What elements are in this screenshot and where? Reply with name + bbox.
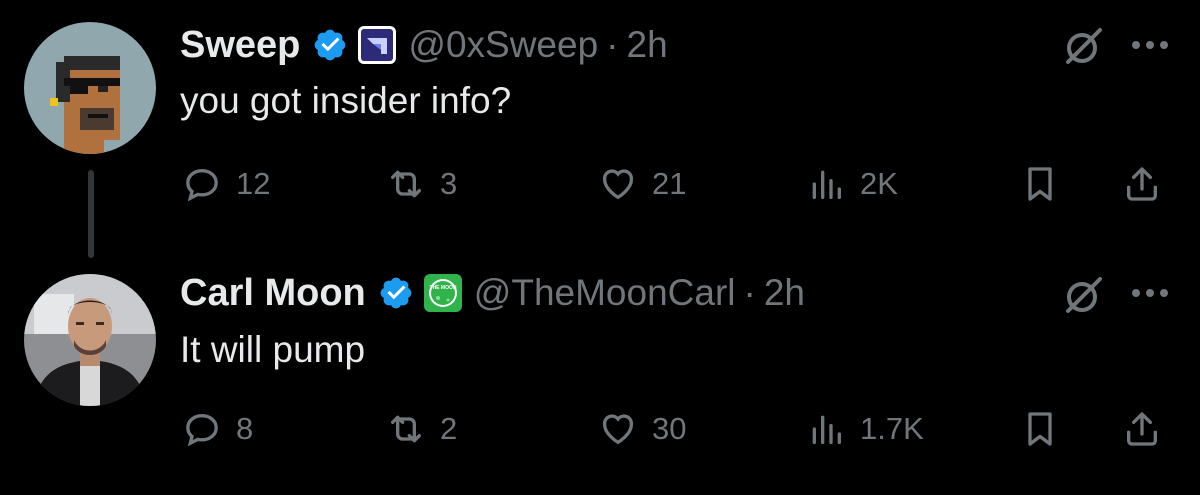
author-handle[interactable]: @0xSweep xyxy=(408,24,598,66)
views-button[interactable]: 2K xyxy=(806,160,898,208)
author-handle[interactable]: @TheMoonCarl xyxy=(474,272,736,314)
bookmark-icon xyxy=(1028,167,1052,201)
heart-icon xyxy=(602,169,634,200)
avatar[interactable] xyxy=(24,274,156,406)
tweet-header: Sweep @0xSweep · 2h xyxy=(180,18,668,72)
tweet-actions: 12 3 21 2K xyxy=(0,160,1200,210)
like-count: 21 xyxy=(652,166,687,201)
analytics-icon xyxy=(812,415,841,444)
heart-icon xyxy=(602,414,634,445)
like-button[interactable]: 30 xyxy=(598,405,686,453)
grok-icon[interactable] xyxy=(1060,22,1108,70)
bookmark-button[interactable] xyxy=(1020,405,1060,453)
sweep-logo-icon[interactable] xyxy=(358,26,397,64)
share-button[interactable] xyxy=(1122,160,1162,208)
verified-badge-icon xyxy=(378,275,414,311)
reply-button[interactable]: 8 xyxy=(182,405,253,453)
tweet-text: you got insider info? xyxy=(180,80,512,121)
repost-count: 2 xyxy=(440,411,458,446)
the-moon-logo-icon[interactable]: THE MOON xyxy=(423,274,462,312)
repost-count: 3 xyxy=(440,166,458,201)
verified-badge-icon xyxy=(312,27,348,63)
bookmark-button[interactable] xyxy=(1020,160,1060,208)
repost-button[interactable]: 3 xyxy=(386,160,457,208)
reply-icon xyxy=(186,413,218,447)
like-count: 30 xyxy=(652,411,687,446)
repost-button[interactable]: 2 xyxy=(386,405,457,453)
reply-count: 12 xyxy=(236,166,271,201)
reply-count: 8 xyxy=(236,411,254,446)
views-button[interactable]: 1.7K xyxy=(806,405,924,453)
more-options-icon[interactable] xyxy=(1128,278,1172,308)
views-count: 1.7K xyxy=(860,411,924,446)
share-button[interactable] xyxy=(1122,405,1162,453)
analytics-icon xyxy=(812,170,841,199)
author-name[interactable]: Sweep xyxy=(180,24,300,67)
grok-icon[interactable] xyxy=(1060,271,1108,319)
share-icon xyxy=(1127,167,1157,201)
repost-icon xyxy=(391,170,421,198)
tweet-header: Carl Moon THE MOON @TheMoonCarl · 2h xyxy=(180,266,805,320)
reply-icon xyxy=(186,168,218,202)
share-icon xyxy=(1127,412,1157,446)
separator: · xyxy=(606,24,619,65)
timestamp[interactable]: 2h xyxy=(627,24,668,66)
like-button[interactable]: 21 xyxy=(598,160,686,208)
tweet[interactable]: Sweep @0xSweep · 2h you got insider info… xyxy=(0,0,1200,240)
avatar[interactable] xyxy=(24,22,156,154)
more-options-icon[interactable] xyxy=(1128,30,1172,60)
tweet-text: It will pump xyxy=(180,329,366,370)
tweet[interactable]: Carl Moon THE MOON @TheMoonCarl · 2h It … xyxy=(0,255,1200,495)
author-name[interactable]: Carl Moon xyxy=(180,272,366,315)
tweet-actions: 8 2 30 1.7K xyxy=(0,405,1200,455)
bookmark-icon xyxy=(1028,412,1052,446)
views-count: 2K xyxy=(860,166,898,201)
timestamp[interactable]: 2h xyxy=(764,272,805,314)
separator: · xyxy=(743,272,756,313)
reply-button[interactable]: 12 xyxy=(182,160,270,208)
repost-icon xyxy=(391,415,421,443)
the-moon-logo-text: THE MOON xyxy=(429,285,456,291)
